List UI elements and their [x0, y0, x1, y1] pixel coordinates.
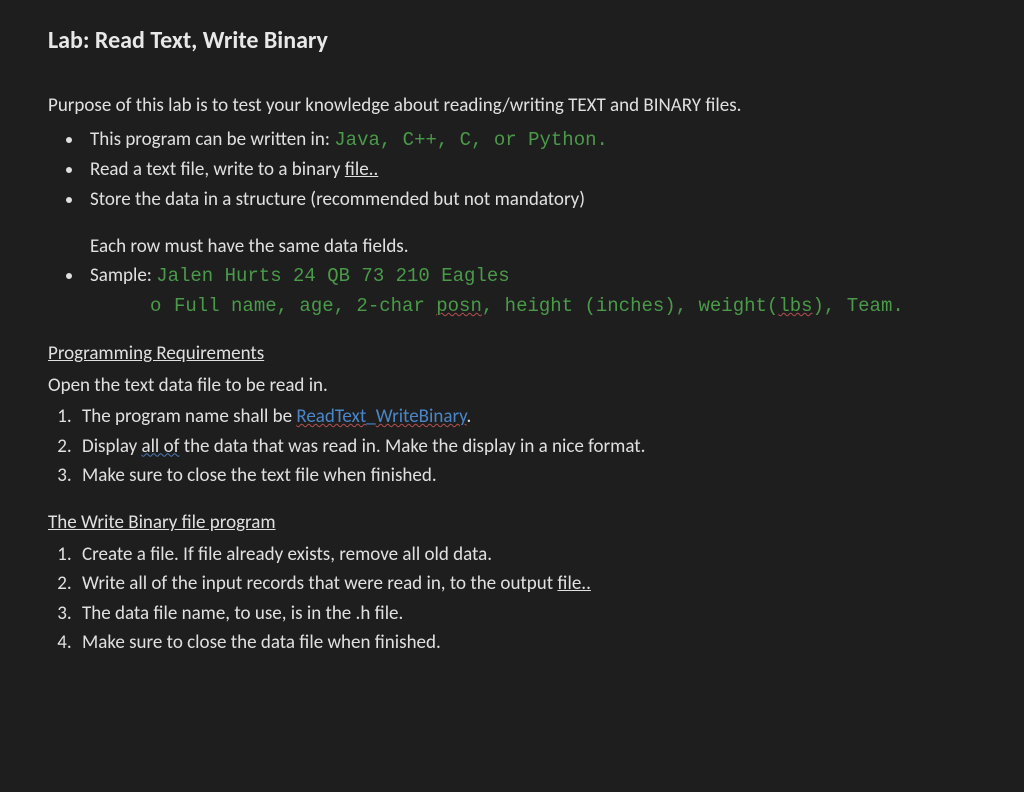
text: Full name, age, 2-char: [174, 295, 436, 317]
list-item: Make sure to close the data file when fi…: [76, 628, 976, 657]
list-item: Store the data in a structure (recommend…: [84, 185, 976, 262]
text: , height (inches), weight(: [482, 295, 778, 317]
text: Store the data in a structure (recommend…: [90, 188, 585, 211]
text: Sample:: [90, 264, 156, 287]
file-link[interactable]: file..: [557, 572, 590, 595]
section-heading-requirements: Programming Requirements: [48, 339, 976, 368]
requirements-list: The program name shall be ReadText_Write…: [54, 402, 976, 490]
sample-data: Jalen Hurts 24 QB 73 210 Eagles: [156, 265, 509, 287]
list-item: The data file name, to use, is in the .h…: [76, 599, 976, 628]
list-item: The program name shall be ReadText_Write…: [76, 402, 976, 431]
grammar-flag: all of: [141, 435, 179, 458]
text: Create a file. If file already exists, r…: [82, 543, 492, 566]
list-item: Read a text file, write to a binary file…: [84, 155, 976, 184]
text: The program name shall be: [82, 405, 296, 428]
text: Write all of the input records that were…: [82, 572, 557, 595]
program-name-sep: _: [366, 405, 375, 428]
text: The data file name, to use, is in the .h…: [82, 602, 403, 625]
lead-paragraph: Purpose of this lab is to test your know…: [48, 91, 976, 120]
list-item: Create a file. If file already exists, r…: [76, 540, 976, 569]
list-item: Display all of the data that was read in…: [76, 432, 976, 461]
spell-flag: lbs: [778, 295, 812, 317]
text: Open the text data file to be read in.: [48, 371, 976, 400]
text: ), Team.: [813, 295, 904, 317]
text: .: [467, 405, 472, 428]
spell-flag: posn: [436, 295, 482, 317]
section-heading-write-binary: The Write Binary file program: [48, 508, 976, 537]
page-title: Lab: Read Text, Write Binary: [48, 22, 976, 59]
list-item: Sample: Jalen Hurts 24 QB 73 210 Eagles …: [84, 261, 976, 321]
text: This program can be written in:: [90, 128, 334, 151]
program-name-part: WriteBinary: [376, 405, 467, 428]
file-link[interactable]: file..: [345, 158, 378, 181]
text: Display: [82, 435, 141, 458]
program-name-part: ReadText: [296, 405, 366, 428]
text: Each row must have the same data fields.: [90, 232, 976, 261]
text: Make sure to close the data file when fi…: [82, 631, 441, 654]
list-item: Write all of the input records that were…: [76, 569, 976, 598]
list-item: This program can be written in: Java, C+…: [84, 125, 976, 155]
sample-fields: oFull name, age, 2-char posn, height (in…: [150, 292, 976, 321]
document-page: Lab: Read Text, Write Binary Purpose of …: [0, 0, 1024, 678]
text: the data that was read in. Make the disp…: [179, 435, 645, 458]
languages: Java, C++, C, or Python.: [334, 129, 608, 151]
text: Read a text file, write to a binary: [90, 158, 345, 181]
sub-bullet-marker: o: [150, 292, 174, 321]
list-item: Make sure to close the text file when fi…: [76, 461, 976, 490]
text: Make sure to close the text file when fi…: [82, 464, 437, 487]
intro-bullet-list: This program can be written in: Java, C+…: [66, 125, 976, 322]
write-binary-list: Create a file. If file already exists, r…: [54, 540, 976, 658]
